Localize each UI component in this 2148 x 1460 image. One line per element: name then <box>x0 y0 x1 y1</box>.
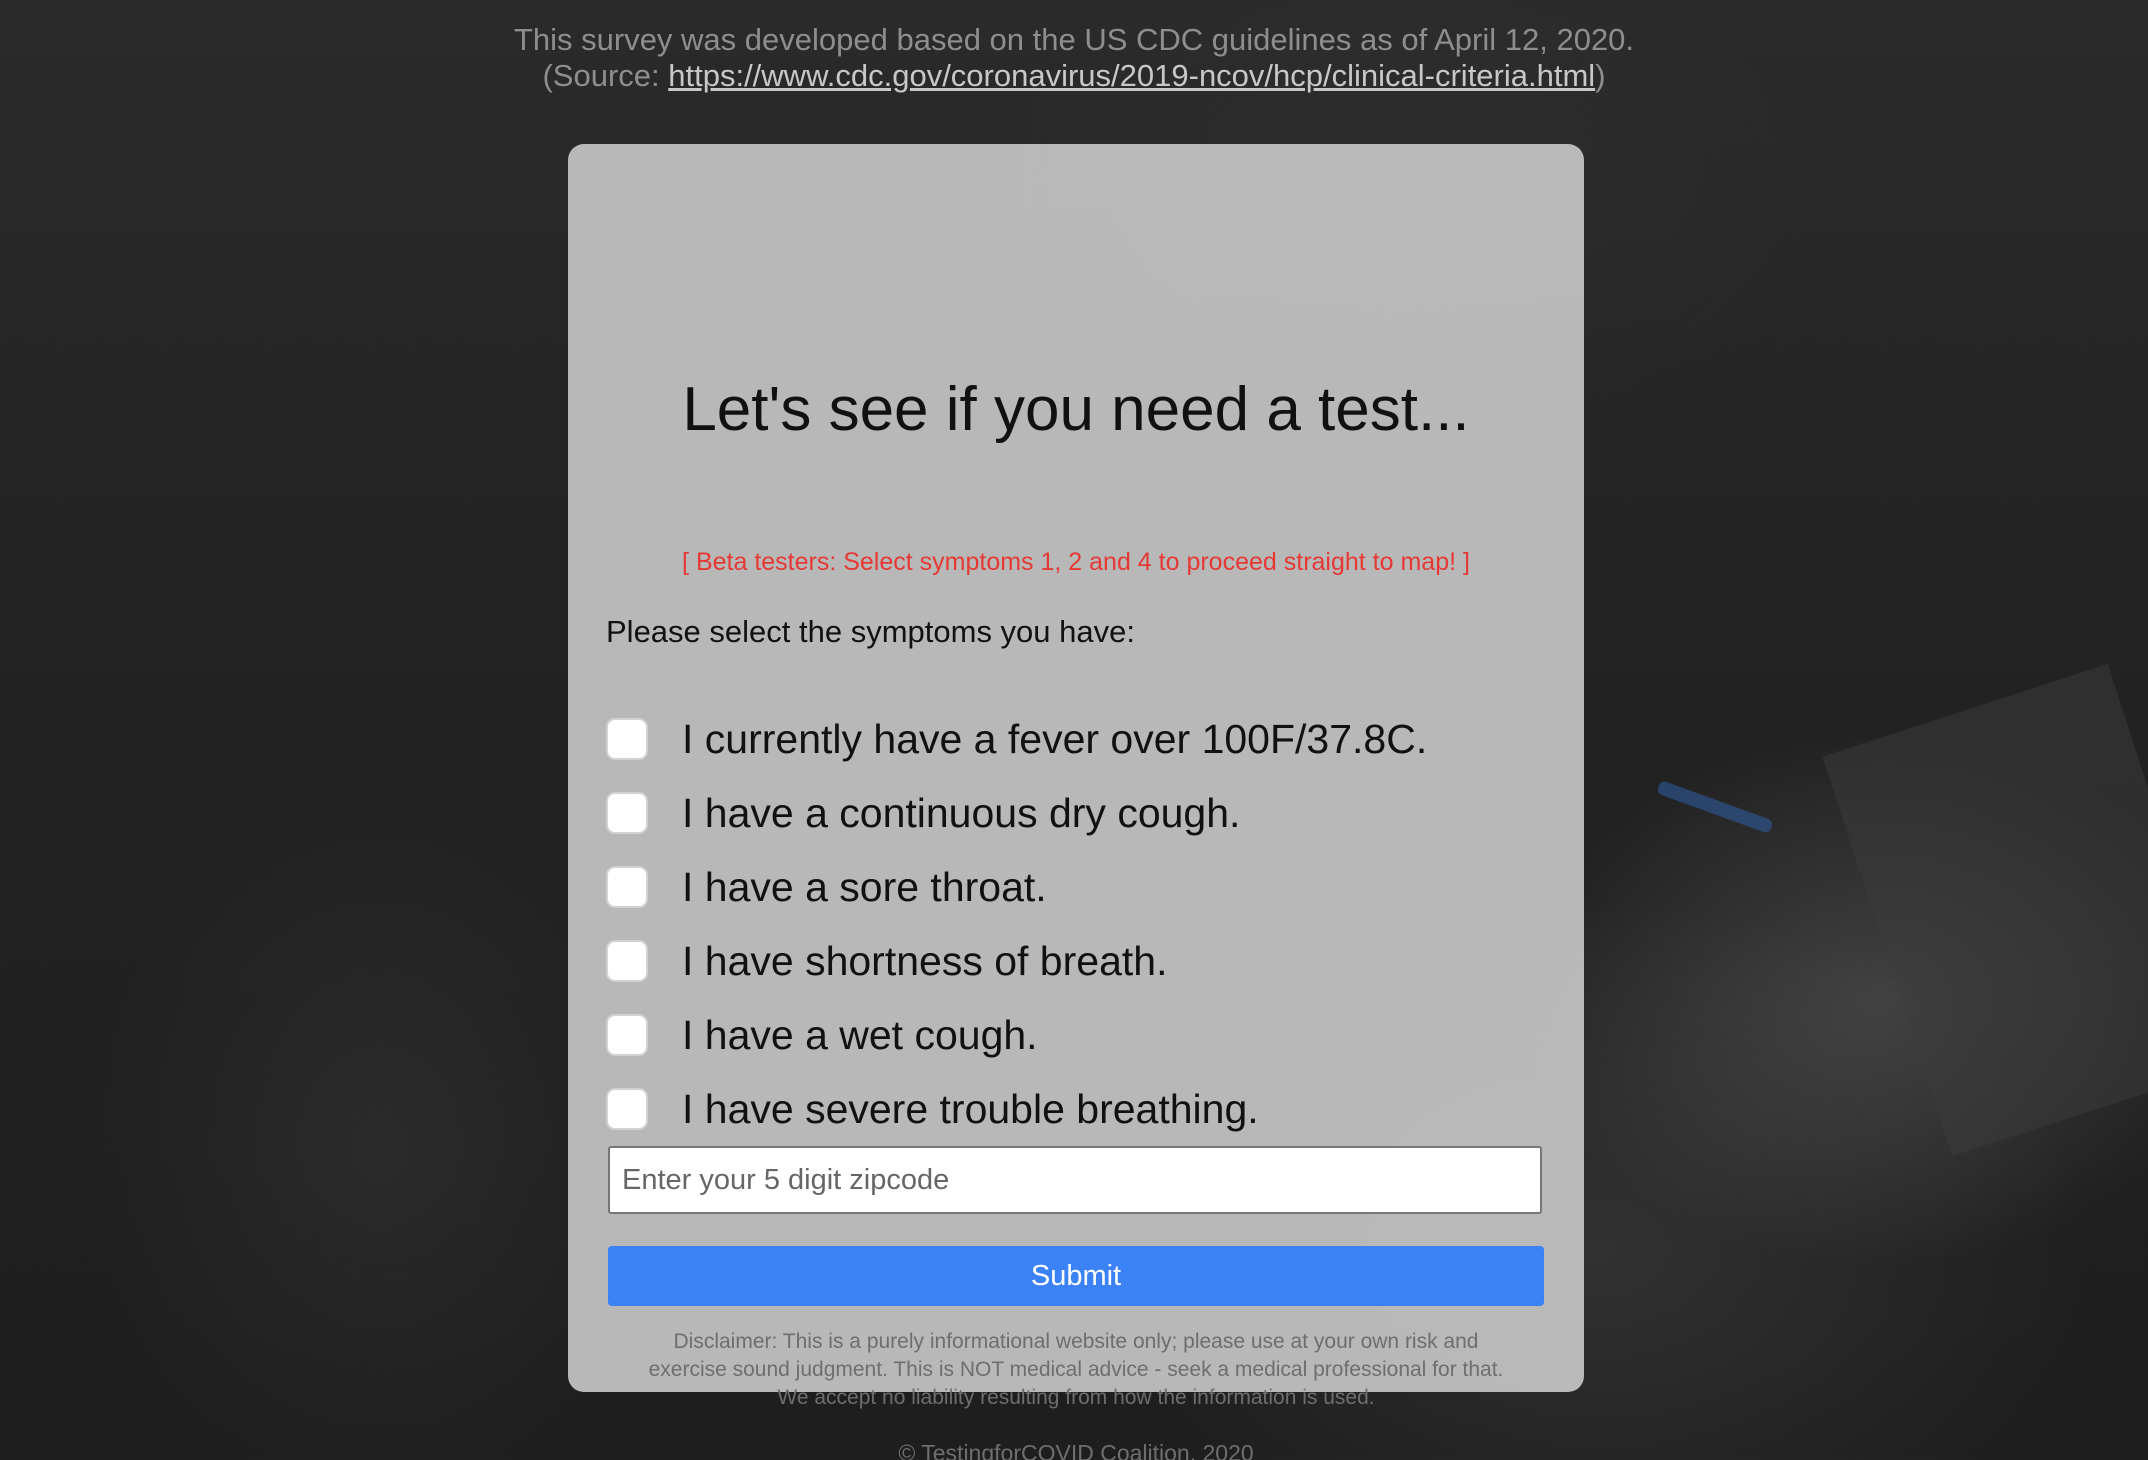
submit-button[interactable]: Submit <box>608 1246 1544 1306</box>
symptom-label: I have a sore throat. <box>682 863 1047 910</box>
source-note: This survey was developed based on the U… <box>0 22 2148 94</box>
symptom-option-fever[interactable]: I currently have a fever over 100F/37.8C… <box>606 702 1546 776</box>
symptom-survey-card: Let's see if you need a test... [ Beta t… <box>568 144 1584 1460</box>
disclaimer-line: We accept no liability resulting from ho… <box>777 1386 1375 1409</box>
survey-note-text: This survey was developed based on the U… <box>513 22 1635 57</box>
severe-trouble-breathing-checkbox[interactable] <box>606 1088 648 1130</box>
zipcode-input[interactable] <box>608 1146 1542 1214</box>
beta-tester-note: [ Beta testers: Select symptoms 1, 2 and… <box>682 548 1470 576</box>
symptom-option-wet-cough[interactable]: I have a wet cough. <box>606 998 1546 1072</box>
sore-throat-checkbox[interactable] <box>606 866 648 908</box>
fever-checkbox[interactable] <box>606 718 648 760</box>
page-title: Let's see if you need a test... <box>682 375 1470 444</box>
dry-cough-checkbox[interactable] <box>606 792 648 834</box>
symptom-label: I have a continuous dry cough. <box>682 789 1241 836</box>
disclaimer-line: exercise sound judgment. This is NOT med… <box>648 1358 1504 1381</box>
symptom-label: I have a wet cough. <box>682 1011 1038 1058</box>
source-line: (Source: https://www.cdc.gov/coronavirus… <box>0 58 2148 94</box>
cdc-source-link[interactable]: https://www.cdc.gov/coronavirus/2019-nco… <box>668 58 1595 93</box>
shortness-of-breath-checkbox[interactable] <box>606 940 648 982</box>
wet-cough-checkbox[interactable] <box>606 1014 648 1056</box>
source-prefix: (Source: <box>542 58 669 93</box>
symptoms-prompt: Please select the symptoms you have: <box>606 614 1135 649</box>
symptom-option-sore-throat[interactable]: I have a sore throat. <box>606 850 1546 924</box>
symptom-label: I have shortness of breath. <box>682 937 1168 984</box>
disclaimer: Disclaimer: This is a purely information… <box>608 1328 1544 1412</box>
background-clipboard <box>1822 663 2148 1157</box>
symptom-option-shortness-of-breath[interactable]: I have shortness of breath. <box>606 924 1546 998</box>
disclaimer-line: Disclaimer: This is a purely information… <box>673 1330 1479 1353</box>
symptom-option-dry-cough[interactable]: I have a continuous dry cough. <box>606 776 1546 850</box>
symptom-option-severe-trouble-breathing[interactable]: I have severe trouble breathing. <box>606 1072 1546 1146</box>
symptom-list: I currently have a fever over 100F/37.8C… <box>606 702 1546 1146</box>
background-pen <box>1656 779 1774 835</box>
symptom-label: I have severe trouble breathing. <box>682 1085 1259 1132</box>
source-suffix: ) <box>1595 58 1606 93</box>
symptom-label: I currently have a fever over 100F/37.8C… <box>682 715 1428 762</box>
copyright: © TestingforCOVID Coalition, 2020 <box>898 1440 1254 1460</box>
